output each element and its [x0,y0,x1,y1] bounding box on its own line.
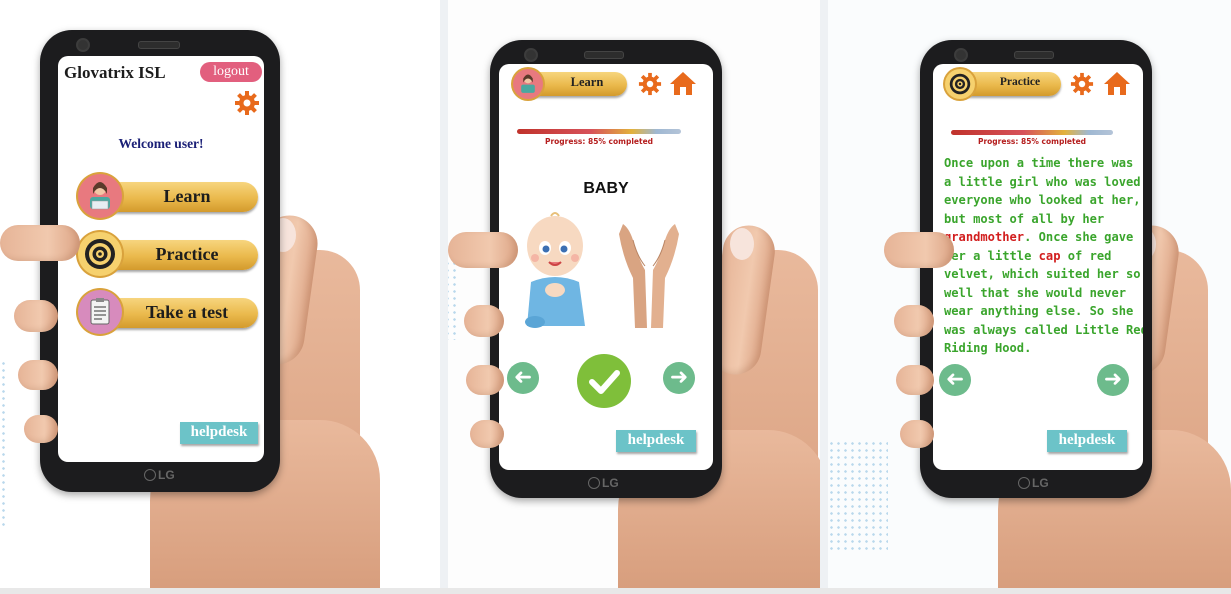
thumb [0,225,80,261]
check-button[interactable] [577,354,631,408]
panel-learn: Learn Progress: 85% completed BABY ➜ ➜ h… [448,0,828,594]
story-line: grandmother. Once she gave [944,230,1134,244]
decorative-dots [828,440,888,550]
bottom-band [0,588,1231,594]
story-line: well that she would never [944,285,1127,300]
story-line: wear anything else. So she [944,304,1134,318]
sign-hands-illustration [619,224,679,328]
phone-frame: Learn Progress: 85% completed BABY ➜ ➜ h… [490,40,722,498]
learn-label: Learn [163,186,211,206]
target-icon [78,232,122,276]
panel-divider [440,0,448,594]
welcome-message: Welcome user! [118,136,204,151]
decorative-dots [448,260,458,340]
app-title: Glovatrix ISL [64,63,166,82]
lg-logo: LG [144,468,175,482]
practice-header-label: Practice [999,76,1041,88]
thumb [884,232,954,268]
learn-header-label: Learn [570,75,604,89]
home-screen: Glovatrix ISL logout Welcome user! Learn [58,56,264,462]
next-arrow-button[interactable]: ➜ [663,362,695,394]
finger [24,415,58,443]
panel-practice: Practice Progress: 85% completed Once up… [828,0,1231,594]
story-line: a little girl who was loved by [944,174,1143,189]
story-line: her a little cap of red [944,248,1112,263]
baby-illustration [525,212,585,328]
speaker-grille [1014,51,1054,59]
settings-gear-icon[interactable] [234,90,260,116]
finger [900,420,934,448]
finger [464,305,504,337]
finger [470,420,504,448]
helpdesk-button[interactable]: helpdesk [180,422,258,444]
progress-text: Progress: 85% completed [544,137,654,146]
highlighted-word: grandmother [944,230,1025,244]
story-text: Once upon a time there was a little girl … [944,154,1143,358]
progress-bar [517,129,681,134]
progress-bar [951,130,1113,135]
helpdesk-button[interactable]: helpdesk [616,430,696,452]
learn-screen: Learn Progress: 85% completed BABY ➜ ➜ h… [499,64,713,470]
practice-screen: Practice Progress: 85% completed Once up… [933,64,1143,470]
finger [894,305,934,337]
teacher-icon [513,69,543,99]
story-line: everyone who looked at her, [944,193,1141,207]
next-arrow-button[interactable]: ➜ [1097,364,1129,396]
target-icon [945,69,975,99]
story-line: was always called Little Red [944,322,1143,337]
front-camera [954,48,968,62]
progress-text: Progress: 85% completed [977,137,1087,146]
settings-gear-icon[interactable] [1070,72,1094,96]
phone-frame: Glovatrix ISL logout Welcome user! Learn [40,30,280,492]
front-camera [524,48,538,62]
checkmark-icon [589,370,620,394]
logout-button[interactable]: logout [200,62,262,82]
thumb [448,232,518,268]
story-line: but most of all by her [944,211,1105,226]
lg-logo: LG [588,476,619,490]
home-icon[interactable] [669,70,697,96]
finger [896,365,934,395]
previous-arrow-button[interactable]: ➜ [939,364,971,396]
front-camera [76,38,90,52]
settings-gear-icon[interactable] [638,72,662,96]
finger [466,365,504,395]
teacher-icon [78,174,122,218]
story-line: velvet, which suited her so [944,267,1141,281]
story-line: Riding Hood. [944,341,1032,355]
finger [18,360,58,390]
decorative-dots [0,360,6,530]
previous-arrow-button[interactable]: ➜ [507,362,539,394]
speaker-grille [138,41,180,49]
take-a-test-label: Take a test [145,302,229,322]
speaker-grille [584,51,624,59]
lg-logo: LG [1018,476,1049,490]
practice-label: Practice [155,244,219,264]
home-icon[interactable] [1103,70,1131,96]
phone-frame: Practice Progress: 85% completed Once up… [920,40,1152,498]
helpdesk-button[interactable]: helpdesk [1047,430,1127,452]
finger [14,300,58,332]
panel-divider [820,0,828,594]
clipboard-icon [78,290,122,334]
sign-word: BABY [583,180,629,197]
panel-home: Glovatrix ISL logout Welcome user! Learn [0,0,440,594]
highlighted-word: cap [1038,248,1061,263]
story-line: Once upon a time there was [944,156,1134,170]
